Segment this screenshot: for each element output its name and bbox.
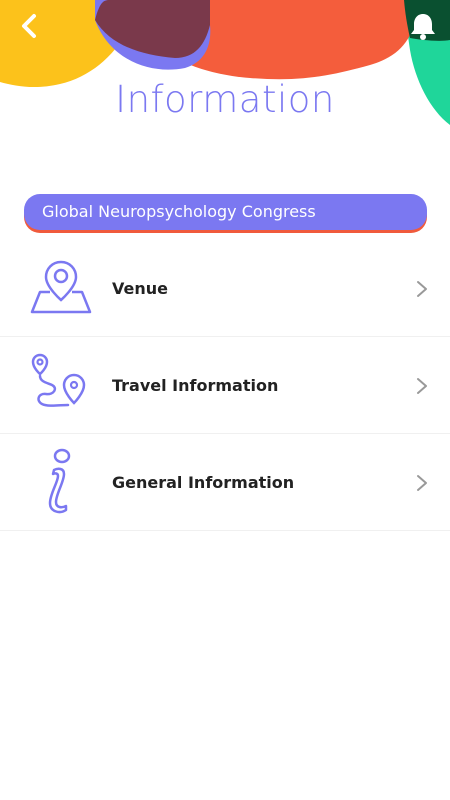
menu-item-venue[interactable]: Venue	[0, 240, 450, 337]
page-title: Information	[115, 78, 335, 121]
chevron-right-icon	[417, 281, 427, 297]
chevron-left-icon	[22, 14, 36, 38]
chevron-right-icon	[417, 475, 427, 491]
event-name-banner: Global Neuropsychology Congress	[24, 194, 427, 230]
info-icon	[48, 448, 71, 514]
information-menu: Venue Travel Information General Informa…	[0, 240, 450, 531]
chevron-right-icon	[417, 378, 427, 394]
menu-item-general-information[interactable]: General Information	[0, 434, 450, 531]
menu-item-label: Venue	[112, 279, 168, 298]
menu-item-travel-information[interactable]: Travel Information	[0, 337, 450, 434]
back-button[interactable]	[10, 6, 50, 46]
route-icon	[31, 353, 86, 407]
map-pin-icon	[30, 260, 92, 314]
bell-icon	[411, 14, 435, 40]
menu-item-label: General Information	[112, 473, 295, 492]
notification-button[interactable]	[404, 8, 442, 46]
menu-item-label: Travel Information	[112, 376, 279, 395]
